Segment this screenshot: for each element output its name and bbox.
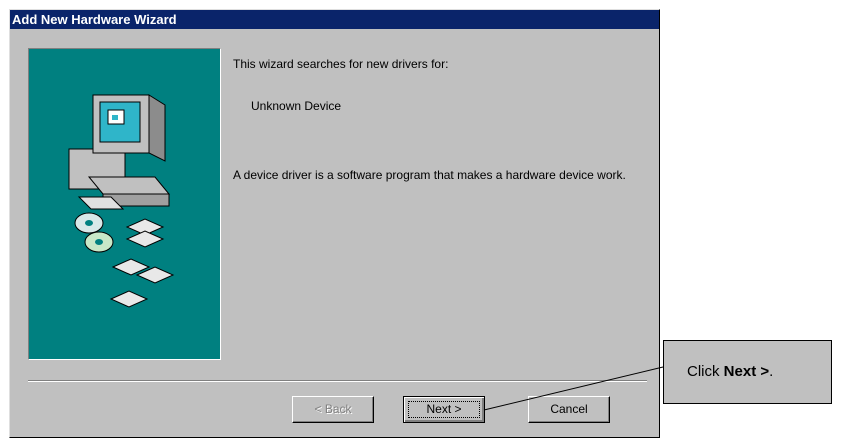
callout-suffix: . bbox=[769, 363, 774, 380]
callout-bold: Next > bbox=[723, 363, 770, 380]
focus-rectangle bbox=[408, 401, 480, 418]
next-button[interactable]: Next > bbox=[403, 396, 485, 423]
description-text: A device driver is a software program th… bbox=[233, 168, 626, 182]
separator bbox=[28, 380, 647, 382]
callout-prefix: Click bbox=[687, 363, 724, 380]
cd-icon bbox=[74, 212, 114, 253]
wizard-illustration bbox=[28, 48, 221, 360]
device-name: Unknown Device bbox=[251, 99, 342, 113]
computer-icon bbox=[68, 94, 171, 210]
title-bar[interactable]: Add New Hardware Wizard bbox=[10, 10, 659, 29]
back-button[interactable]: < Back bbox=[292, 396, 374, 423]
cancel-button[interactable]: Cancel bbox=[528, 396, 610, 423]
floppy-disk-icon bbox=[109, 218, 175, 308]
instruction-callout: Click Next >. bbox=[663, 340, 832, 404]
window-title: Add New Hardware Wizard bbox=[12, 12, 177, 27]
wizard-window: Add New Hardware Wizard This wizard sear… bbox=[9, 9, 660, 438]
intro-text: This wizard searches for new drivers for… bbox=[233, 57, 449, 71]
